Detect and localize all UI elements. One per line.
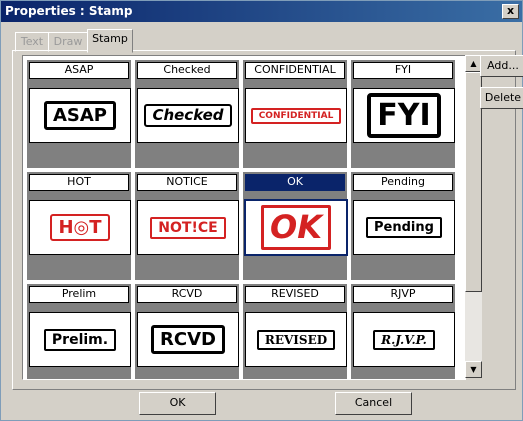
stamp-preview[interactable]: FYI [353,88,455,143]
stamp-preview[interactable]: RCVD [137,312,239,367]
stamp-preview[interactable]: OK [244,199,348,256]
stamp-label: ASAP [29,62,129,79]
stamp-preview[interactable]: REVISED [245,312,347,367]
stamp-cell-ok[interactable]: OK OK [243,172,348,280]
stamp-label: RJVP [353,286,453,303]
stamp-art: REVISED [256,329,336,350]
stamp-cell-pending[interactable]: Pending Pending [351,172,455,280]
stamp-art: Pending [366,217,442,238]
stamp-art: OK [261,205,331,250]
window-title: Properties : Stamp [5,4,133,18]
stamp-label: OK [245,174,345,191]
tab-text[interactable]: Text [15,32,49,52]
close-button[interactable]: x [502,4,519,19]
stamp-art: ASAP [43,101,117,130]
stamp-cell-prelim[interactable]: Prelim Prelim. [27,284,131,379]
stamp-label: NOTICE [137,174,237,191]
stamp-art: Checked [144,104,232,127]
stamp-label: HOT [29,174,129,191]
stamp-art: NOT!CE [150,216,226,239]
stamp-cell-rjvp[interactable]: RJVP R.J.V.P. [351,284,455,379]
tab-draw[interactable]: Draw [48,32,88,52]
ok-button[interactable]: OK [139,392,216,415]
stamp-preview[interactable]: CONFIDENTIAL [245,88,347,143]
stamp-panel: ASAP ASAP Checked Checked CONFIDENTIAL CONFID… [12,50,523,390]
stamp-art: RCVD [151,325,225,354]
stamp-preview[interactable]: NOT!CE [137,200,239,255]
stamp-cell-hot[interactable]: HOT H◎T [27,172,131,280]
stamp-label: Pending [353,174,453,191]
stamp-label: Prelim [29,286,129,303]
tab-stamp[interactable]: Stamp [87,29,133,53]
stamp-art: R.J.V.P. [373,329,435,350]
stamp-art: Prelim. [43,328,117,351]
stamp-cell-rcvd[interactable]: RCVD RCVD [135,284,239,379]
stamp-art: H◎T [50,214,110,241]
stamp-grid-inner: ASAP ASAP Checked Checked CONFIDENTIAL CONFID… [23,56,465,379]
stamp-grid: ASAP ASAP Checked Checked CONFIDENTIAL CONFID… [22,55,466,380]
stamp-preview[interactable]: Prelim. [29,312,131,367]
stamp-cell-confidential[interactable]: CONFIDENTIAL CONFIDENTIAL [243,60,347,168]
stamp-preview[interactable]: ASAP [29,88,131,143]
stamp-label: FYI [353,62,453,79]
delete-button[interactable]: Delete [480,87,523,109]
stamp-cell-notice[interactable]: NOTICE NOT!CE [135,172,239,280]
properties-dialog: Properties : Stamp x Text Draw Stamp ASA… [0,0,523,421]
stamp-preview[interactable]: H◎T [29,200,131,255]
stamp-art: CONFIDENTIAL [250,107,342,124]
stamp-label: RCVD [137,286,237,303]
scroll-down-icon[interactable]: ▼ [465,361,482,378]
stamp-label: CONFIDENTIAL [245,62,345,79]
add-button[interactable]: Add... [480,55,523,77]
stamp-preview[interactable]: Checked [137,88,239,143]
stamp-preview[interactable]: Pending [353,200,455,255]
stamp-label: Checked [137,62,237,79]
stamp-cell-revised[interactable]: REVISED REVISED [243,284,347,379]
stamp-art: FYI [367,93,441,138]
stamp-preview[interactable]: R.J.V.P. [353,312,455,367]
stamp-cell-asap[interactable]: ASAP ASAP [27,60,131,168]
title-bar[interactable]: Properties : Stamp x [1,1,522,22]
stamp-cell-fyi[interactable]: FYI FYI [351,60,455,168]
cancel-button[interactable]: Cancel [335,392,412,415]
stamp-label: REVISED [245,286,345,303]
stamp-cell-checked[interactable]: Checked Checked [135,60,239,168]
